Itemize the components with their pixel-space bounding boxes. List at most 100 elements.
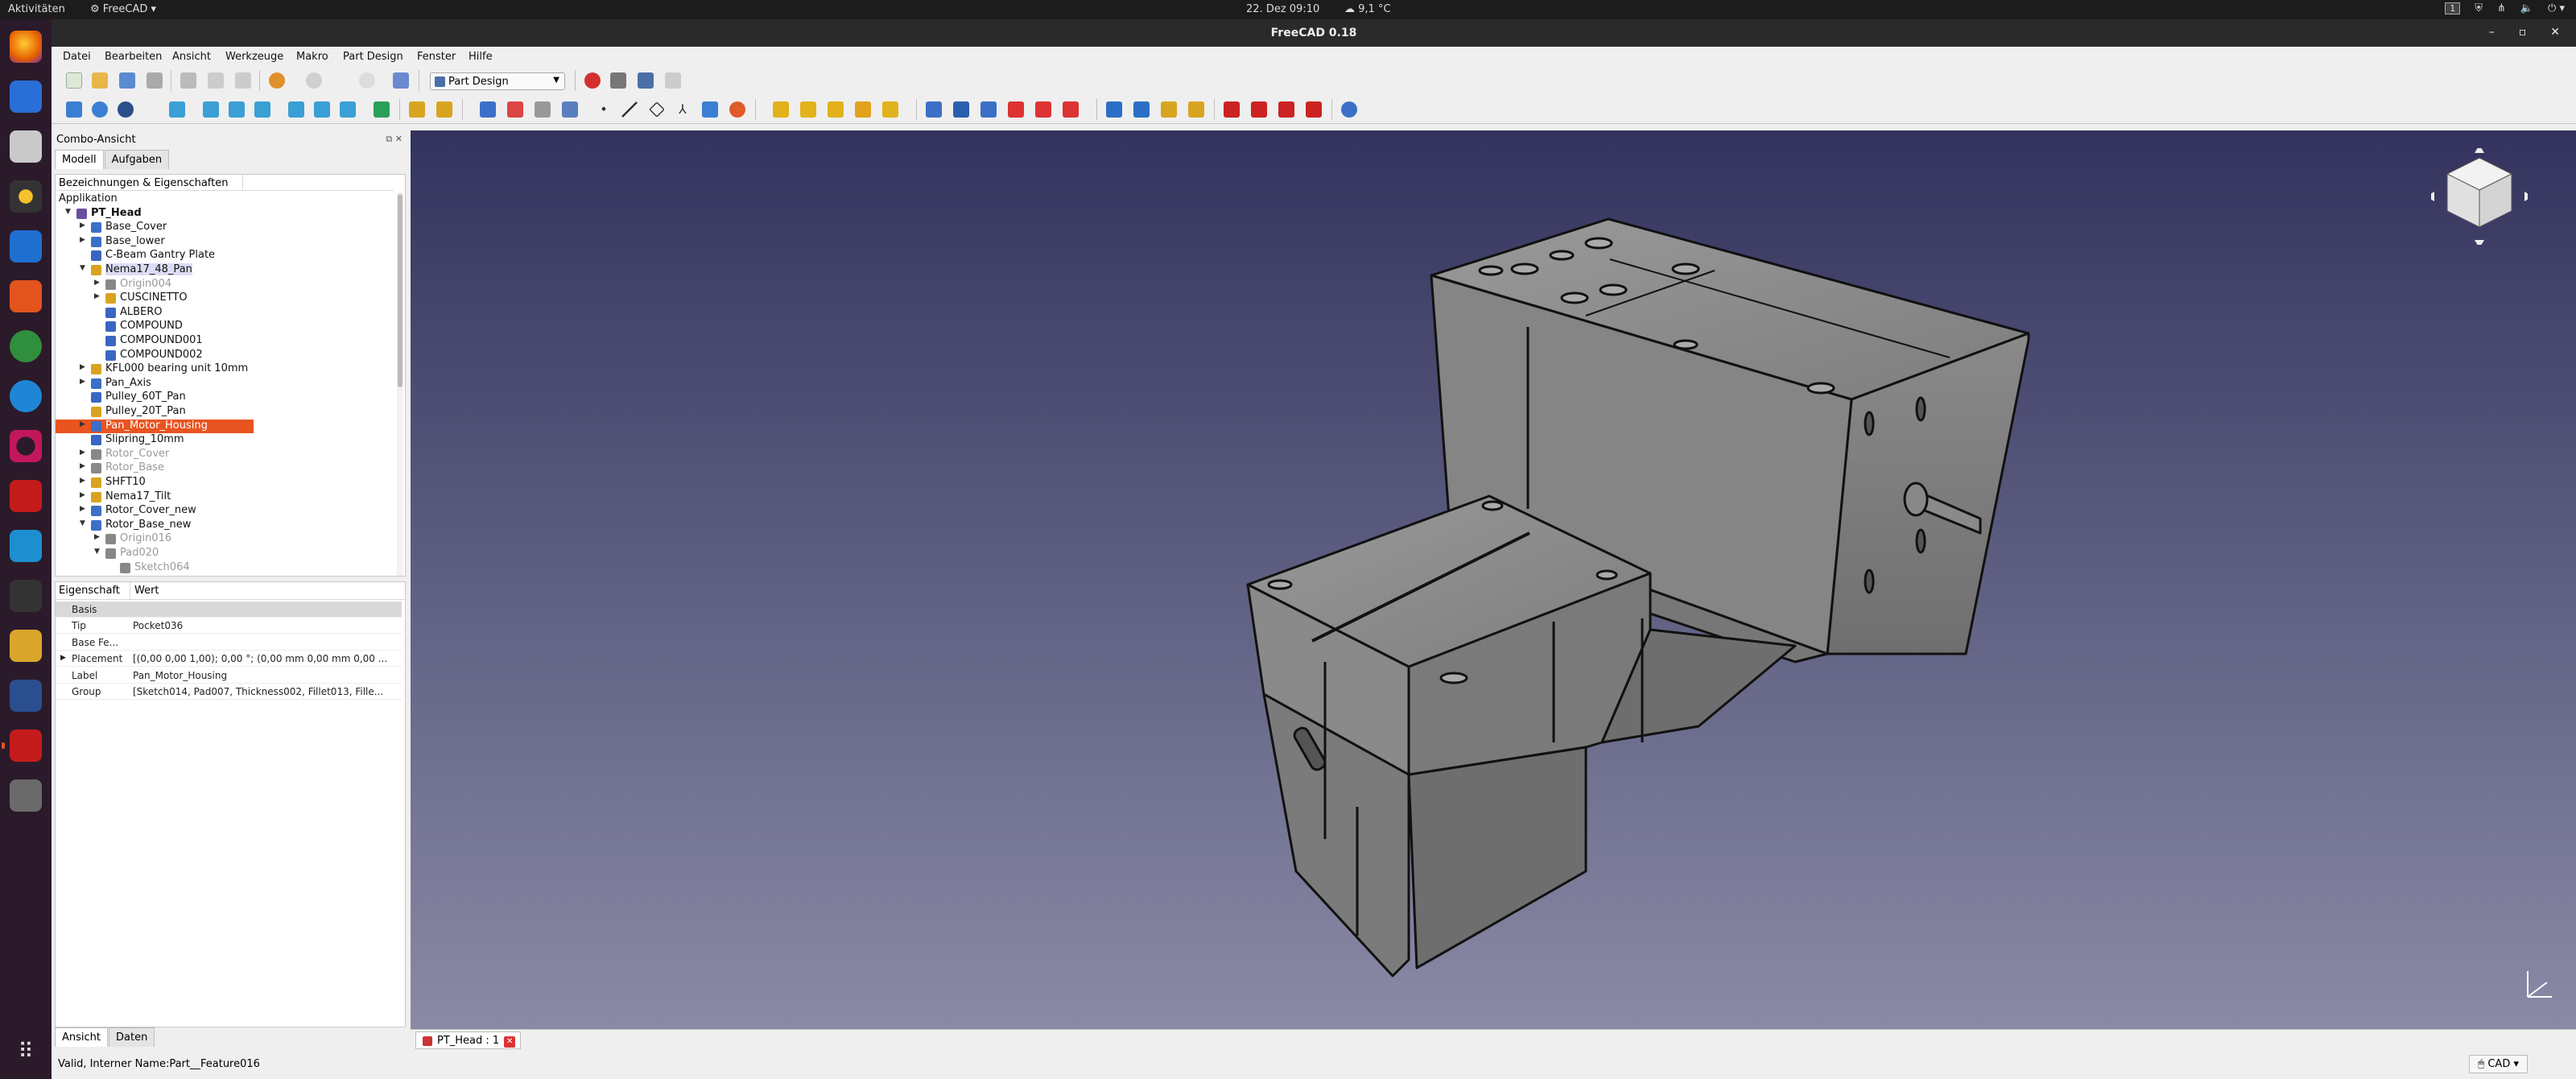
additive-loft-icon[interactable]: [828, 101, 844, 118]
shield-icon[interactable]: ⛨: [2475, 2, 2483, 14]
menu-makro[interactable]: Makro: [296, 51, 328, 63]
property-row[interactable]: Group [Sketch014, Pad007, Thickness002, F…: [56, 684, 402, 700]
whats-this-icon[interactable]: [393, 72, 409, 89]
subtractive-pipe-icon[interactable]: [1035, 101, 1051, 118]
draft-icon[interactable]: [1278, 101, 1294, 118]
menu-fenster[interactable]: Fenster: [417, 51, 456, 63]
cura-icon[interactable]: [10, 530, 42, 562]
polar-pattern-icon[interactable]: [1161, 101, 1177, 118]
property-group[interactable]: Basis: [56, 602, 402, 618]
macro-run-icon[interactable]: [665, 72, 681, 89]
open-folder-icon[interactable]: [92, 72, 108, 89]
navigation-style-button[interactable]: 🖱 CAD ▾: [2469, 1055, 2528, 1073]
fit-all-icon[interactable]: [66, 101, 82, 118]
cut-icon[interactable]: [180, 72, 196, 89]
additive-primitive-icon[interactable]: [882, 101, 898, 118]
calculator-icon[interactable]: [10, 630, 42, 662]
refresh-icon[interactable]: [359, 72, 375, 89]
chevron-right-icon[interactable]: ▶: [80, 462, 85, 470]
draw-style-icon[interactable]: [118, 101, 134, 118]
isometric-view-icon[interactable]: [169, 101, 185, 118]
chamfer-icon[interactable]: [1251, 101, 1267, 118]
volume-icon[interactable]: 🔈: [2520, 2, 2533, 14]
chevron-right-icon[interactable]: ▶: [80, 491, 85, 499]
undo-icon[interactable]: [269, 72, 285, 89]
tab-aufgaben[interactable]: Aufgaben: [104, 150, 170, 169]
tab-pt-head[interactable]: PT_Head : 1 ✕: [415, 1031, 522, 1049]
create-body-icon[interactable]: [480, 101, 496, 118]
property-row[interactable]: Label Pan_Motor_Housing: [56, 668, 402, 684]
property-value[interactable]: Pan_Motor_Housing: [133, 670, 398, 681]
thickness-icon[interactable]: [1306, 101, 1322, 118]
subtractive-primitive-icon[interactable]: [1063, 101, 1079, 118]
macro-stop-icon[interactable]: [610, 72, 626, 89]
maximize-icon[interactable]: ▫: [2519, 26, 2527, 39]
firefox-icon[interactable]: [10, 31, 42, 63]
menu-ansicht[interactable]: Ansicht: [172, 51, 211, 63]
property-row[interactable]: ▶ Placement [(0,00 0,00 1,00); 0,00 °; (0,…: [56, 651, 402, 668]
weather[interactable]: ☁ 9,1 °C: [1344, 3, 1391, 15]
freecad-active-icon[interactable]: [2, 730, 42, 762]
revolution-icon[interactable]: [800, 101, 816, 118]
boolean-icon[interactable]: [1341, 101, 1357, 118]
multitransform-icon[interactable]: [1188, 101, 1204, 118]
pad-icon[interactable]: [773, 101, 789, 118]
pocket-icon[interactable]: [926, 101, 942, 118]
menu-part-design[interactable]: Part Design: [343, 51, 403, 63]
measure-icon[interactable]: [374, 101, 390, 118]
save-icon[interactable]: [119, 72, 135, 89]
close-tab-icon[interactable]: ✕: [504, 1036, 516, 1048]
menu-datei[interactable]: Datei: [63, 51, 91, 63]
zoom-icon[interactable]: [92, 101, 108, 118]
chevron-right-icon[interactable]: ▶: [80, 378, 85, 386]
linear-pattern-icon[interactable]: [1133, 101, 1150, 118]
chevron-down-icon[interactable]: ▼: [65, 208, 71, 216]
macro-edit-icon[interactable]: [638, 72, 654, 89]
property-value[interactable]: [(0,00 0,00 1,00); 0,00 °; (0,00 mm 0,00…: [133, 653, 398, 664]
chevron-right-icon[interactable]: ▶: [80, 236, 85, 244]
top-view-icon[interactable]: [229, 101, 245, 118]
3d-view[interactable]: [411, 130, 2576, 1029]
additive-pipe-icon[interactable]: [855, 101, 871, 118]
minimize-icon[interactable]: –: [2489, 26, 2495, 39]
show-apps-icon[interactable]: ⠿: [10, 1036, 42, 1068]
front-view-icon[interactable]: [203, 101, 219, 118]
paste-icon[interactable]: [235, 72, 251, 89]
property-row[interactable]: Base Fe...: [56, 635, 402, 651]
left-view-icon[interactable]: [340, 101, 356, 118]
chevron-right-icon[interactable]: ▶: [94, 292, 100, 300]
datum-plane-icon[interactable]: [649, 101, 665, 118]
macro-record-icon[interactable]: [584, 72, 601, 89]
transfer-icon[interactable]: [10, 680, 42, 712]
files-icon[interactable]: [10, 130, 42, 163]
create-sketch-icon[interactable]: [507, 101, 523, 118]
system-tray[interactable]: 1 ⛨ ⋔ 🔈 ⏻ ▾: [2445, 2, 2565, 14]
property-value[interactable]: [Sketch014, Pad007, Thickness002, Fillet…: [133, 686, 398, 697]
tree-item[interactable]: ▶ Pan_Motor_Housing: [56, 419, 254, 433]
clone-icon[interactable]: [562, 101, 578, 118]
activities-button[interactable]: Aktivitäten: [8, 3, 65, 15]
menu-hilfe[interactable]: Hilfe: [469, 51, 493, 63]
inkscape-icon[interactable]: [10, 330, 42, 362]
property-value[interactable]: Pocket036: [133, 620, 398, 631]
fillet-icon[interactable]: [1224, 101, 1240, 118]
bottom-view-icon[interactable]: [314, 101, 330, 118]
local-cs-icon[interactable]: ⅄: [675, 101, 691, 118]
close-icon[interactable]: ✕: [2550, 26, 2560, 39]
network-icon[interactable]: ⋔: [2497, 2, 2506, 14]
right-view-icon[interactable]: [254, 101, 270, 118]
workbench-selector[interactable]: Part Design ▼: [430, 72, 565, 90]
clock[interactable]: 22. Dez 09:10: [1246, 3, 1319, 15]
dock-float-close-icons[interactable]: ⧉ ✕: [386, 134, 402, 145]
redo-icon[interactable]: [306, 72, 322, 89]
chevron-right-icon[interactable]: ▶: [94, 533, 100, 541]
tree-scrollbar[interactable]: [397, 192, 403, 576]
chevron-right-icon[interactable]: ▶: [80, 505, 85, 513]
print-icon[interactable]: [147, 72, 163, 89]
rear-view-icon[interactable]: [288, 101, 304, 118]
property-row[interactable]: Tip Pocket036: [56, 618, 402, 635]
help-icon[interactable]: [10, 380, 42, 412]
chevron-right-icon[interactable]: ▶: [80, 449, 85, 457]
menu-werkzeuge[interactable]: Werkzeuge: [225, 51, 283, 63]
chevron-right-icon[interactable]: ▶: [94, 279, 100, 287]
